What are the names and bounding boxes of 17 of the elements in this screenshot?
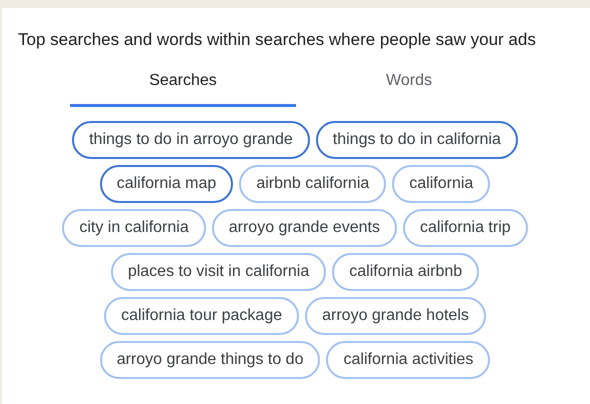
search-chip[interactable]: california airbnb — [332, 253, 480, 291]
search-chip[interactable]: things to do in arroyo grande — [72, 121, 310, 159]
search-chip[interactable]: airbnb california — [239, 165, 386, 203]
search-chip[interactable]: california map — [100, 165, 234, 203]
section-title: Top searches and words within searches where people saw your ads — [18, 29, 537, 51]
search-chip[interactable]: california — [392, 165, 490, 203]
search-chip[interactable]: california trip — [402, 209, 528, 247]
search-chip[interactable]: california activities — [326, 341, 490, 379]
search-chip[interactable]: california tour package — [104, 297, 300, 335]
tab[interactable]: Words — [296, 65, 522, 107]
search-chip[interactable]: places to visit in california — [110, 253, 326, 291]
search-chip[interactable]: arroyo grande things to do — [100, 341, 320, 379]
search-chip[interactable]: city in california — [62, 209, 206, 247]
search-chip[interactable]: things to do in california — [316, 121, 518, 159]
tab[interactable]: Searches — [70, 65, 296, 107]
search-chip[interactable]: arroyo grande hotels — [305, 297, 486, 335]
search-chip[interactable]: arroyo grande events — [212, 209, 397, 247]
